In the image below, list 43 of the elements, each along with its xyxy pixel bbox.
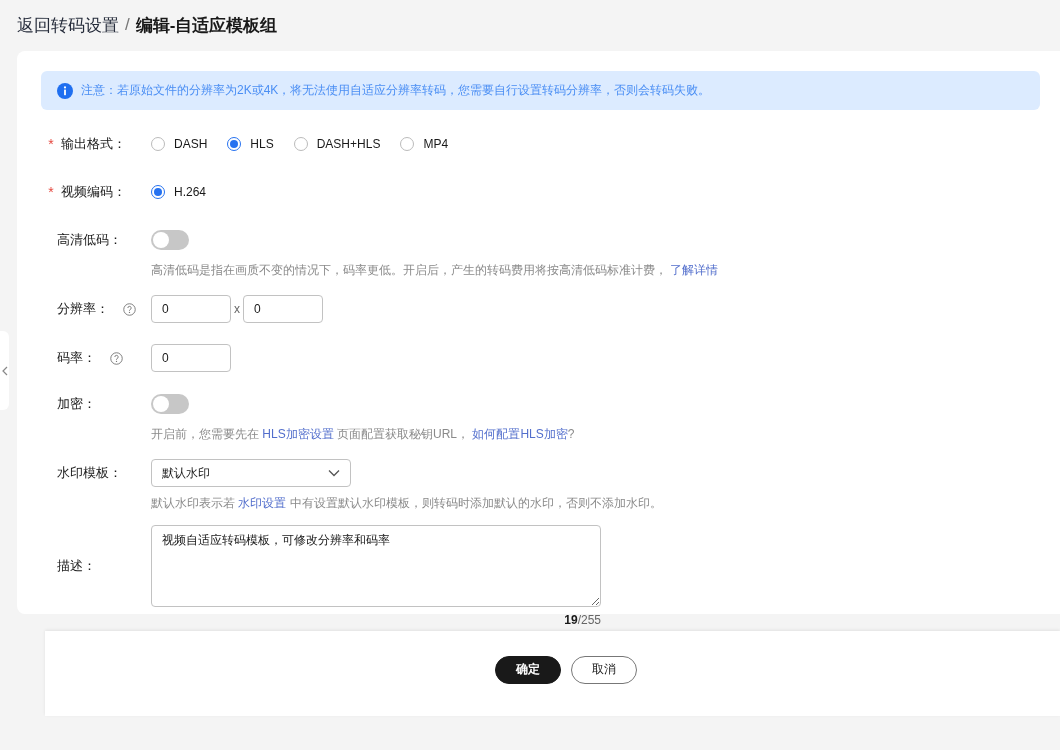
cancel-button[interactable]: 取消 bbox=[570, 655, 637, 684]
toggle-switch[interactable] bbox=[151, 394, 189, 414]
field-label: 分辨率： bbox=[57, 300, 109, 318]
hint-text: 开启前，您需要先在 HLS加密设置 页面配置获取秘钥URL， 如何配置HLS加密? bbox=[151, 426, 576, 443]
page-title: 编辑-自适应模板组 bbox=[135, 14, 278, 37]
field-label: 加密： bbox=[57, 395, 96, 413]
radio-option[interactable]: MP4 bbox=[400, 137, 449, 151]
bitrate-input[interactable]: 0 bbox=[151, 344, 231, 372]
toggle-switch[interactable] bbox=[151, 230, 189, 250]
description-field[interactable]: 视频自适应转码模板，可修改分辨率和码率 bbox=[151, 525, 601, 607]
field-label: 高清低码： bbox=[57, 231, 122, 249]
confirm-button[interactable]: 确定 bbox=[494, 655, 561, 684]
field-label: 水印模板： bbox=[57, 464, 122, 482]
radio-option[interactable]: HLS bbox=[227, 137, 274, 151]
collapse-handle[interactable] bbox=[0, 331, 9, 410]
radio-option[interactable]: H.264 bbox=[151, 185, 207, 199]
back-link[interactable]: 返回转码设置 bbox=[17, 13, 119, 37]
chevron-left-icon bbox=[1, 365, 8, 376]
help-link[interactable]: 如何配置HLS加密 bbox=[472, 427, 568, 441]
width-input[interactable]: 0 bbox=[151, 295, 231, 323]
help-link[interactable]: HLS加密设置 bbox=[262, 427, 334, 441]
hint-text: 默认水印表示若 水印设置 中有设置默认水印模板，则转码时添加默认的水印，否则不添加水印。 bbox=[151, 495, 663, 512]
field-label: 输出格式： bbox=[61, 135, 126, 153]
help-icon[interactable] bbox=[123, 302, 136, 316]
info-icon bbox=[57, 82, 73, 99]
field-label: 描述： bbox=[57, 557, 96, 575]
help-icon[interactable] bbox=[110, 351, 123, 365]
height-input[interactable]: 0 bbox=[243, 295, 323, 323]
character-counter: 19/255 bbox=[563, 613, 601, 627]
field-label: 视频编码： bbox=[61, 183, 126, 201]
radio-option[interactable]: DASH bbox=[151, 137, 208, 151]
required-mark: * bbox=[47, 136, 55, 152]
notice-text: 注意：若原始文件的分辨率为2K或4K，将无法使用自适应分辨率转码，您需要自行设置转码分辨率，否则会转码失败。 bbox=[81, 82, 711, 99]
caret-icon bbox=[328, 469, 340, 477]
help-link[interactable]: 了解详情 bbox=[670, 263, 719, 277]
field-label: 码率： bbox=[57, 349, 96, 367]
breadcrumb-separator: / bbox=[125, 15, 130, 35]
help-link[interactable]: 水印设置 bbox=[238, 496, 287, 510]
required-mark: * bbox=[47, 184, 55, 200]
hint-text: 高清低码是指在画质不变的情况下，码率更低。开启后，产生的转码费用将按高清低码标准计费， 了解详情 bbox=[151, 262, 720, 279]
times-sign: x bbox=[234, 302, 240, 316]
watermark-select[interactable]: 默认水印 bbox=[151, 459, 351, 487]
radio-option[interactable]: DASH+HLS bbox=[293, 137, 381, 151]
